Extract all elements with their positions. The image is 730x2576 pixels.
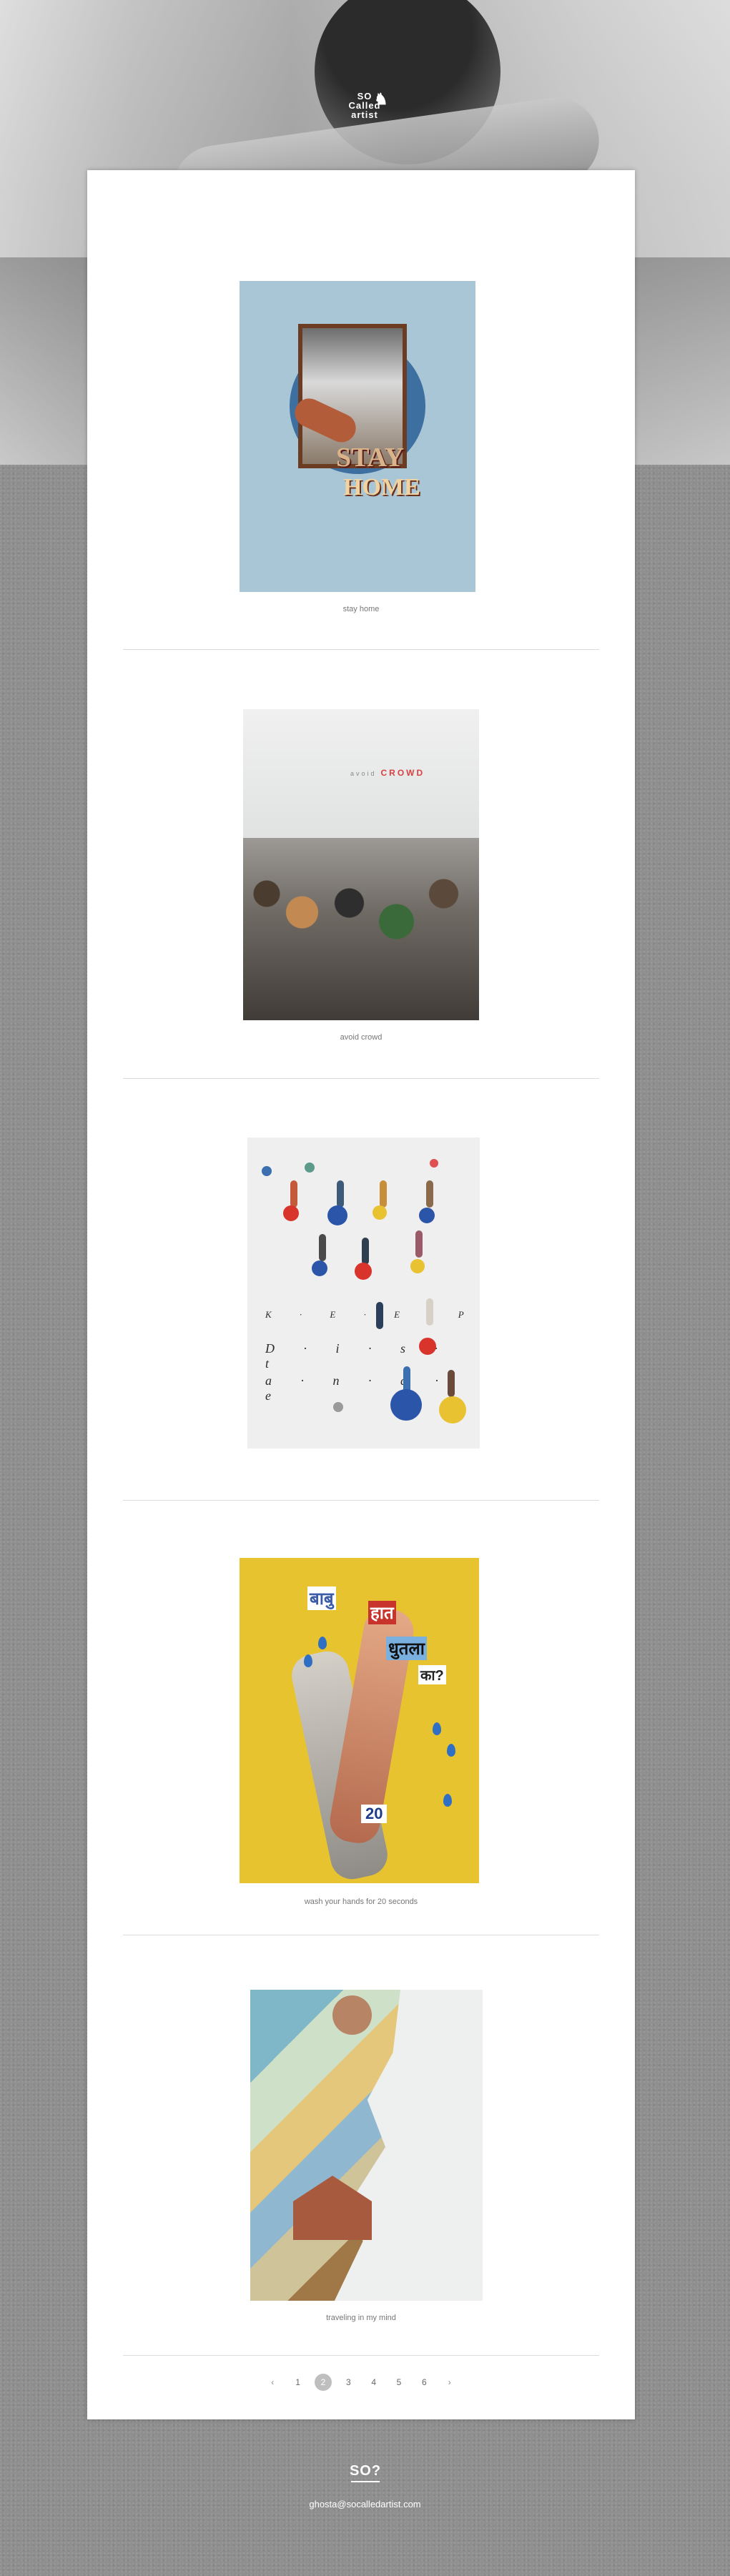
footer-logo-bar	[351, 2481, 380, 2482]
page-3-link[interactable]: 3	[340, 2374, 357, 2391]
next-page-button[interactable]: ›	[441, 2374, 458, 2391]
page-6-link[interactable]: 6	[415, 2374, 433, 2391]
footer-logo-text: SO?	[349, 2463, 382, 2479]
art-number-20: 20	[361, 1805, 388, 1823]
art-word-crowd: CROWD	[380, 768, 425, 778]
artwork-wash-hands[interactable]: बाबु हात धुतला का? 20	[240, 1558, 479, 1883]
artwork-stay-home[interactable]: STAY HOME	[240, 281, 475, 592]
divider	[123, 2355, 599, 2356]
art-word-avoid: avoid	[350, 770, 377, 777]
art-word-keep: K · E · E · P	[265, 1309, 477, 1320]
contact-email-link[interactable]: ghosta@socalledartist.com	[0, 2499, 730, 2510]
divider	[123, 649, 599, 650]
artwork-traveling-mind[interactable]	[250, 1990, 483, 2301]
page-5-link[interactable]: 5	[390, 2374, 408, 2391]
pagination: ‹ 1 2 3 4 5 6 ›	[87, 2374, 635, 2395]
art-word-dhutla: धुतला	[386, 1637, 427, 1660]
art-word-babu: बाबु	[307, 1586, 336, 1610]
site-logo[interactable]: SO Called artist ♞	[332, 92, 397, 142]
post-caption: stay home	[342, 605, 380, 613]
art-word-stay: STAY	[336, 443, 405, 473]
page-2-current[interactable]: 2	[314, 2374, 332, 2391]
page-4-link[interactable]: 4	[365, 2374, 383, 2391]
art-word-ka: का?	[418, 1665, 446, 1684]
art-word-dist: D · i · s · t	[265, 1341, 451, 1371]
post-caption: traveling in my mind	[326, 2314, 396, 2322]
art-moon	[332, 1995, 372, 2035]
art-word-haat: हात	[368, 1601, 396, 1624]
artwork-keep-distance[interactable]: K · E · E · P D · i · s · t a · n · c · …	[247, 1138, 480, 1449]
divider	[123, 1078, 599, 1079]
post-caption: avoid crowd	[340, 1033, 383, 1042]
footer-logo[interactable]: SO?	[347, 2463, 383, 2482]
artwork-avoid-crowd[interactable]: avoid CROWD	[243, 709, 479, 1020]
art-title: avoid CROWD	[350, 768, 425, 778]
page-1-link[interactable]: 1	[290, 2374, 307, 2391]
art-crowd	[243, 838, 479, 1020]
divider	[123, 1500, 599, 1501]
post-caption: wash your hands for 20 seconds	[304, 1898, 418, 1906]
prev-page-button[interactable]: ‹	[264, 2374, 281, 2391]
art-word-home: HOME	[343, 474, 420, 500]
horse-icon: ♞	[374, 90, 388, 108]
content-card: STAY HOME stay home avoid CROWD avoid cro…	[87, 170, 635, 2419]
art-map	[250, 1990, 400, 2301]
